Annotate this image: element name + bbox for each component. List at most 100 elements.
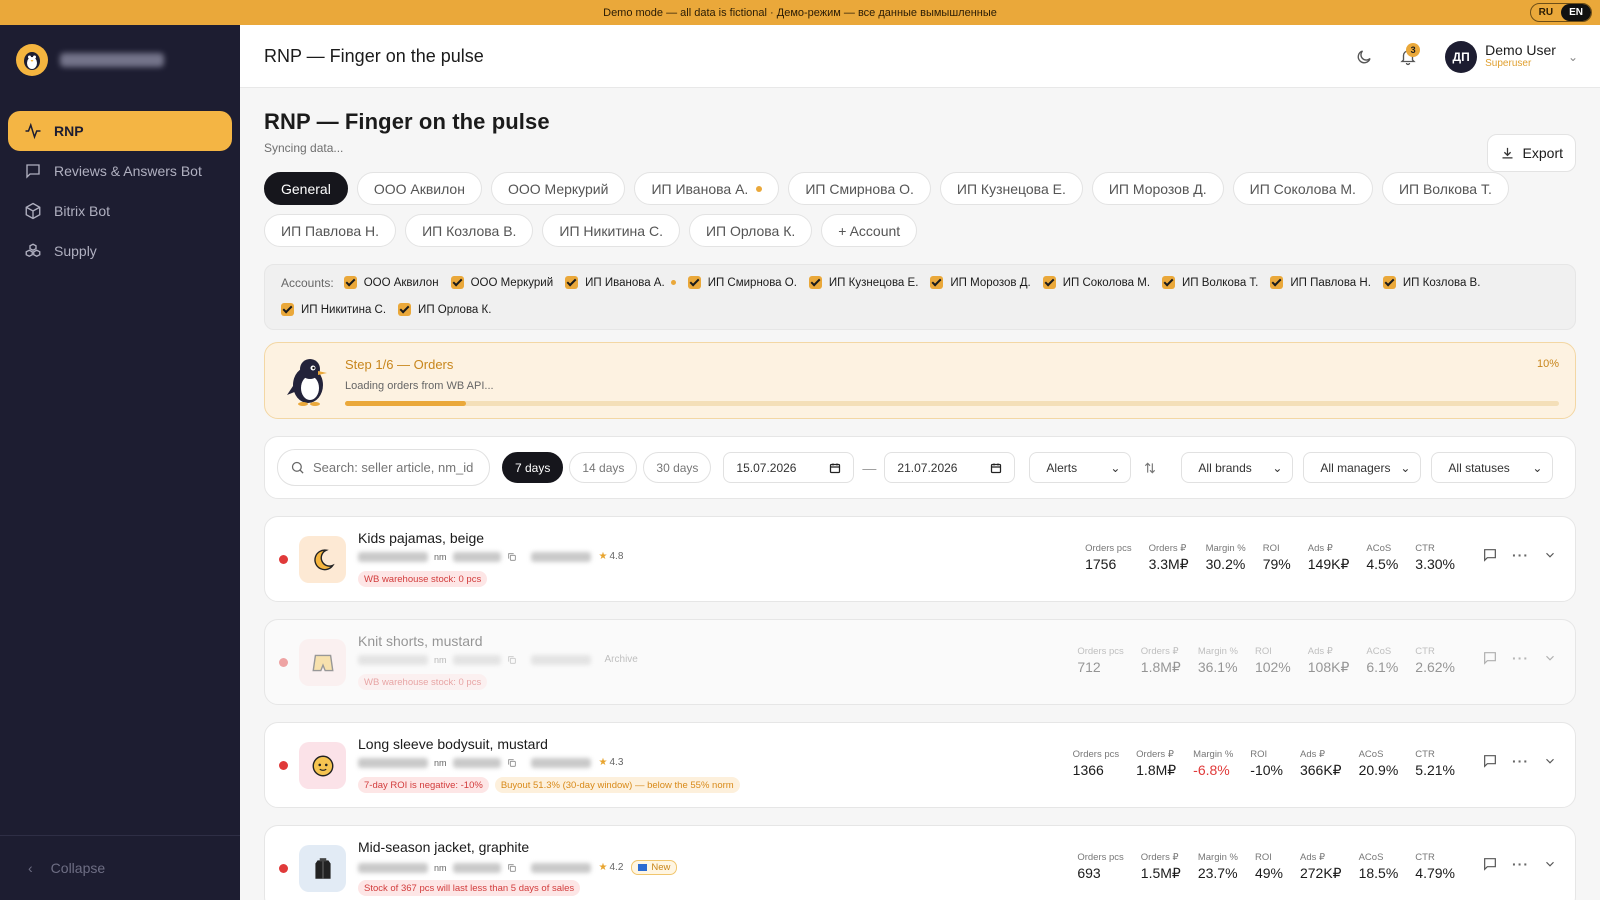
account-checkbox[interactable]: ИП Никитина С. <box>281 300 386 327</box>
tab-account[interactable]: ИП Никитина С. <box>542 214 680 247</box>
lang-ru-option[interactable]: RU <box>1531 4 1561 21</box>
statuses-select[interactable]: All statuses ⌄ <box>1431 452 1554 483</box>
account-checkbox[interactable]: ООО Меркурий <box>450 273 553 300</box>
star-icon: ★ <box>598 757 608 768</box>
calendar-icon[interactable] <box>829 462 841 474</box>
product-card[interactable]: Kids pajamas, beige nm ★ 4.8 WB warehouse… <box>264 516 1576 602</box>
alert-tag: 7-day ROI is negative: -10% <box>358 777 489 793</box>
copy-icon[interactable] <box>507 655 517 665</box>
tab-account[interactable]: ООО Аквилон <box>356 172 482 205</box>
notifications-button[interactable]: 3 <box>1393 42 1423 72</box>
tab-account[interactable]: ИП Орлова К. <box>688 214 813 247</box>
search-box[interactable] <box>277 449 490 486</box>
alerts-select[interactable]: Alerts ⌄ <box>1029 452 1132 483</box>
status-dot <box>279 658 288 667</box>
search-input[interactable] <box>313 460 483 475</box>
account-checkbox-label: ИП Иванова А. <box>585 276 665 289</box>
metric-label: Margin % <box>1197 852 1238 863</box>
language-switch[interactable]: RU EN <box>1529 3 1592 22</box>
collapse-button[interactable]: ‹ Collapse <box>0 835 240 900</box>
comment-icon[interactable] <box>1482 753 1498 769</box>
brand[interactable] <box>0 25 240 95</box>
date-to-field[interactable]: 21.07.2026 <box>884 452 1016 483</box>
tab-account[interactable]: ИП Павлова Н. <box>264 214 397 247</box>
topbar-title: RNP — Finger on the pulse <box>264 45 484 66</box>
product-name[interactable]: Long sleeve bodysuit, mustard <box>358 736 548 752</box>
sync-status: Syncing data... <box>264 141 344 155</box>
chevron-down-icon[interactable] <box>1543 857 1557 871</box>
user-role: Superuser <box>1485 57 1532 69</box>
chevron-down-icon[interactable] <box>1543 651 1557 665</box>
export-button[interactable]: Export <box>1486 134 1576 172</box>
sidebar-item-supply[interactable]: Supply <box>8 231 232 271</box>
period-30-days-button[interactable]: 30 days <box>643 452 712 483</box>
product-name[interactable]: Knit shorts, mustard <box>358 633 483 649</box>
tab-account[interactable]: ИП Иванова А. <box>634 172 780 205</box>
tab-account[interactable]: ИП Смирнова О. <box>788 172 931 205</box>
account-checkbox[interactable]: ИП Морозов Д. <box>930 273 1031 300</box>
metric-value: 2.62% <box>1415 659 1455 675</box>
comment-icon[interactable] <box>1482 856 1498 872</box>
product-name[interactable]: Mid-season jacket, graphite <box>358 839 529 855</box>
date-from-field[interactable]: 15.07.2026 <box>723 452 855 483</box>
tab-account[interactable]: ИП Морозов Д. <box>1091 172 1224 205</box>
metric-label: Orders ₽ <box>1140 646 1179 657</box>
seller-article-blurred <box>358 654 428 665</box>
more-options-icon[interactable]: ··· <box>1512 753 1529 769</box>
more-options-icon[interactable]: ··· <box>1512 650 1529 666</box>
tab-account[interactable]: ИП Волкова Т. <box>1381 172 1509 205</box>
account-checkbox[interactable]: ИП Волкова Т. <box>1162 273 1258 300</box>
metric-label: ACoS <box>1366 543 1392 554</box>
progress-message: Loading orders from WB API... <box>345 380 494 392</box>
copy-icon[interactable] <box>507 758 517 768</box>
account-checkbox[interactable]: ИП Кузнецова Е. <box>808 273 918 300</box>
metrics-row: Orders pcs 712 Orders ₽ 1.8M₽ Margin % 3… <box>1060 646 1455 676</box>
tab-general[interactable]: General <box>264 172 348 205</box>
account-checkbox[interactable]: ООО Аквилон <box>343 273 439 300</box>
sort-toggle-button[interactable] <box>1137 455 1163 481</box>
tab-account[interactable]: ООО Меркурий <box>490 172 626 205</box>
chevron-down-icon[interactable] <box>1543 754 1557 768</box>
copy-icon[interactable] <box>507 552 517 562</box>
rating-value: 4.3 <box>609 757 624 768</box>
brands-select[interactable]: All brands ⌄ <box>1181 452 1294 483</box>
more-options-icon[interactable]: ··· <box>1512 856 1529 872</box>
product-card[interactable]: Mid-season jacket, graphite nm ★ 4.2 New S… <box>264 825 1576 900</box>
brand-name-blurred <box>60 53 164 67</box>
metric-label: Margin % <box>1205 543 1246 554</box>
avatar[interactable]: ДП <box>1445 40 1478 73</box>
period-14-days-button[interactable]: 14 days <box>569 452 638 483</box>
sidebar-item-bitrix-bot[interactable]: Bitrix Bot <box>8 191 232 231</box>
account-checkbox[interactable]: ИП Иванова А. <box>565 273 676 300</box>
metric: Orders ₽ 1.8M₽ <box>1141 646 1181 676</box>
account-checkbox[interactable]: ИП Павлова Н. <box>1270 273 1371 300</box>
metric-value: 693 <box>1077 865 1101 881</box>
account-checkbox[interactable]: ИП Смирнова О. <box>687 273 797 300</box>
lang-en-option[interactable]: EN <box>1561 4 1591 21</box>
comment-icon[interactable] <box>1482 650 1498 666</box>
managers-select[interactable]: All managers ⌄ <box>1303 452 1422 483</box>
more-options-icon[interactable]: ··· <box>1512 547 1529 563</box>
brand-blurred <box>530 862 591 873</box>
account-checkbox[interactable]: ИП Орлова К. <box>398 300 491 327</box>
tab-account[interactable]: ИП Козлова В. <box>405 214 534 247</box>
tab-account[interactable]: ИП Кузнецова Е. <box>939 172 1083 205</box>
sidebar-item-reviews-bot[interactable]: Reviews & Answers Bot <box>8 151 232 191</box>
product-card[interactable]: Knit shorts, mustard nm Archive WB wareh… <box>264 619 1576 705</box>
user-menu[interactable]: Demo User Superuser <box>1485 43 1556 71</box>
chevron-down-icon[interactable]: ⌄ <box>1568 50 1578 64</box>
comment-icon[interactable] <box>1482 547 1498 563</box>
tab-account[interactable]: ИП Соколова М. <box>1232 172 1373 205</box>
chevron-down-icon[interactable] <box>1543 548 1557 562</box>
page-title: RNP — Finger on the pulse <box>264 109 550 134</box>
sidebar-item-rnp[interactable]: RNP <box>8 111 232 151</box>
product-name[interactable]: Kids pajamas, beige <box>358 530 484 546</box>
account-checkbox[interactable]: ИП Козлова В. <box>1382 273 1480 300</box>
add-account-button[interactable]: + Account <box>821 214 918 247</box>
theme-toggle-button[interactable] <box>1349 42 1379 72</box>
period-7-days-button[interactable]: 7 days <box>502 452 564 483</box>
product-card[interactable]: Long sleeve bodysuit, mustard nm ★ 4.3 7-… <box>264 722 1576 808</box>
calendar-icon[interactable] <box>990 462 1002 474</box>
copy-icon[interactable] <box>507 863 517 873</box>
account-checkbox[interactable]: ИП Соколова М. <box>1042 273 1150 300</box>
